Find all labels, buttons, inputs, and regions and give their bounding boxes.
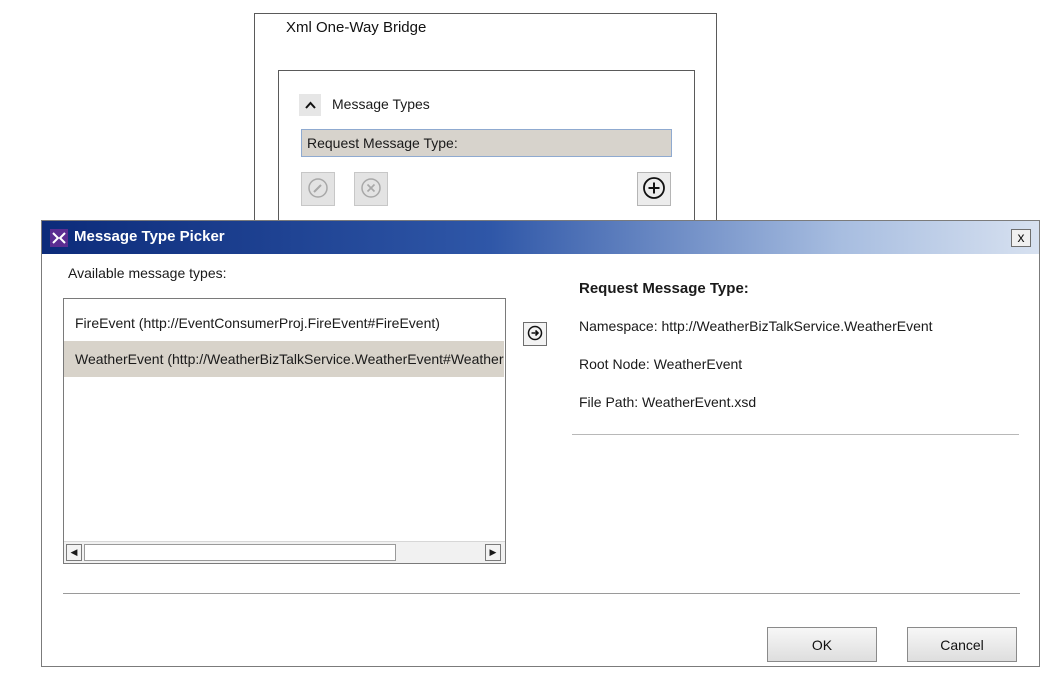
detail-title: Request Message Type: [579, 280, 749, 297]
dialog-title: Message Type Picker [74, 228, 225, 245]
bridge-title: Xml One-Way Bridge [286, 19, 427, 36]
scroll-right-icon[interactable]: ▶ [485, 544, 501, 561]
dialog-titlebar[interactable]: Message Type Picker x [42, 221, 1039, 254]
detail-root-node: Root Node: WeatherEvent [579, 356, 743, 372]
message-type-picker-dialog: Message Type Picker x Available message … [41, 220, 1040, 667]
detail-divider [572, 434, 1019, 435]
add-button[interactable] [637, 172, 671, 206]
scroll-thumb[interactable] [84, 544, 396, 561]
message-types-label: Message Types [332, 96, 430, 112]
message-types-list[interactable]: FireEvent (http://EventConsumerProj.Fire… [63, 298, 506, 564]
close-icon: x [1017, 229, 1025, 245]
screen: Xml One-Way Bridge Message Types Request… [0, 0, 1050, 674]
cancel-button[interactable]: Cancel [907, 627, 1017, 662]
select-type-button[interactable] [523, 322, 547, 346]
list-item-selected[interactable]: WeatherEvent (http://WeatherBizTalkServi… [64, 341, 504, 377]
horizontal-scrollbar[interactable]: ◀ ▶ [64, 541, 505, 563]
remove-button[interactable] [354, 172, 388, 206]
scroll-left-icon[interactable]: ◀ [66, 544, 82, 561]
list-item[interactable]: FireEvent (http://EventConsumerProj.Fire… [64, 305, 504, 341]
add-icon [642, 176, 666, 203]
pencil-icon [307, 177, 329, 202]
footer-divider [63, 593, 1020, 594]
close-button[interactable]: x [1011, 229, 1031, 247]
available-types-label: Available message types: [68, 265, 227, 281]
detail-namespace: Namespace: http://WeatherBizTalkService.… [579, 318, 933, 334]
chevron-up-icon[interactable] [299, 94, 321, 116]
edit-button[interactable] [301, 172, 335, 206]
remove-icon [360, 177, 382, 202]
visual-studio-icon [50, 229, 68, 247]
detail-file-path: File Path: WeatherEvent.xsd [579, 394, 757, 410]
request-message-type-field[interactable]: Request Message Type: [301, 129, 672, 157]
arrow-right-circle-icon [527, 325, 543, 344]
ok-button[interactable]: OK [767, 627, 877, 662]
